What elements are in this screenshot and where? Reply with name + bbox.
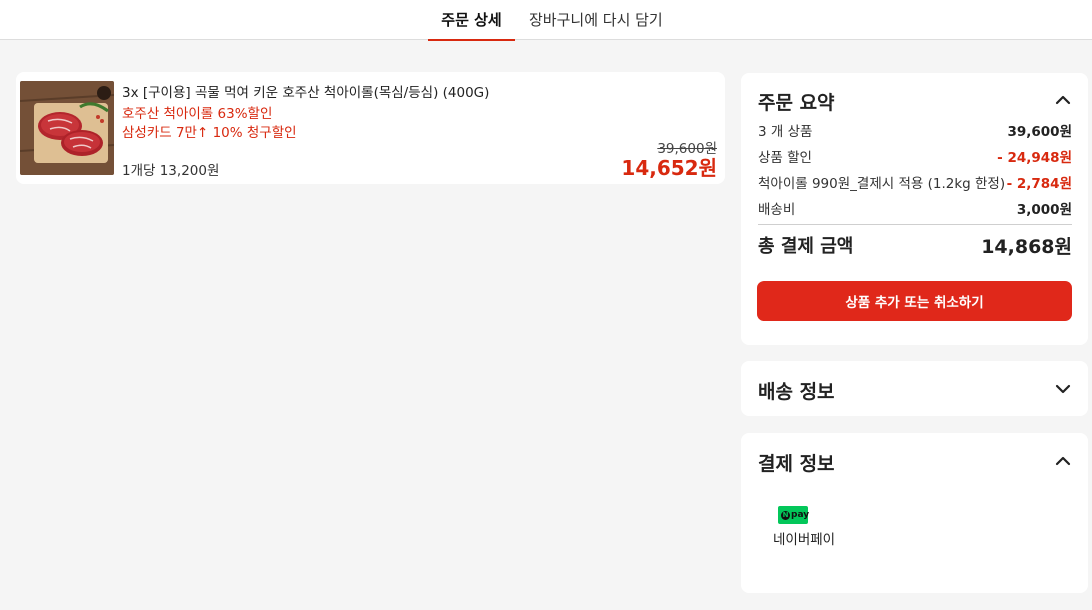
naver-pay-logo-icon: Npay (778, 506, 810, 524)
payment-method-label: 네이버페이 (773, 532, 836, 548)
summary-row-product-discount: 상품 할인 - 24,948원 (758, 146, 1072, 166)
unit-price: 1개당 13,200원 (122, 163, 220, 179)
tab-add-to-cart-again-label: 장바구니에 다시 담기 (529, 11, 663, 29)
summary-row-label: 상품 할인 (758, 150, 812, 166)
promo-card-text: 삼성카드 7만↑ 10% 청구할인 (122, 125, 297, 141)
final-price: 14,652원 (621, 156, 717, 180)
summary-row-label: 척아이롤 990원_결제시 적용 (1.2kg 한정) (758, 176, 1006, 192)
delivery-info-title: 배송 정보 (758, 381, 835, 403)
order-summary-title: 주문 요약 (758, 92, 835, 114)
beef-steak-image (20, 81, 114, 175)
active-tab-underline (428, 39, 515, 41)
order-summary-panel: 주문 요약 3 개 상품 39,600원 상품 할인 - 24,948원 척아이… (741, 73, 1088, 345)
chevron-up-icon[interactable] (1054, 91, 1072, 109)
total-value: 14,868원 (981, 236, 1072, 258)
summary-total-row: 총 결제 금액 14,868원 (758, 232, 1072, 258)
delivery-info-panel[interactable]: 배송 정보 (741, 361, 1088, 416)
payment-info-title: 결제 정보 (758, 453, 835, 475)
summary-divider (758, 224, 1072, 225)
summary-row-coupon-discount: 척아이롤 990원_결제시 적용 (1.2kg 한정) - 2,784원 (758, 172, 1072, 192)
chevron-up-icon[interactable] (1054, 452, 1072, 470)
add-or-cancel-items-button[interactable]: 상품 추가 또는 취소하기 (757, 281, 1072, 321)
summary-row-items: 3 개 상품 39,600원 (758, 120, 1072, 140)
summary-row-value: 3,000원 (1016, 202, 1072, 218)
order-item-card: 3x [구이용] 곡물 먹여 키운 호주산 척아이롤(목심/등심) (400G)… (16, 72, 725, 184)
promo-discount-text: 호주산 척아이롤 63%할인 (122, 106, 273, 122)
chevron-down-icon[interactable] (1054, 380, 1072, 398)
summary-row-label: 배송비 (758, 202, 796, 218)
summary-row-value: - 2,784원 (1006, 176, 1072, 192)
payment-info-panel: 결제 정보 Npay 네이버페이 (741, 433, 1088, 593)
product-name[interactable]: 3x [구이용] 곡물 먹여 키운 호주산 척아이롤(목심/등심) (400G) (122, 81, 489, 101)
tab-order-detail[interactable]: 주문 상세 (428, 0, 515, 41)
naver-pay-badge-text: pay (791, 510, 810, 520)
tab-order-detail-label: 주문 상세 (441, 11, 502, 29)
summary-row-value: 39,600원 (1007, 124, 1072, 140)
summary-row-shipping: 배송비 3,000원 (758, 198, 1072, 218)
total-label: 총 결제 금액 (758, 236, 854, 257)
summary-row-label: 3 개 상품 (758, 124, 813, 140)
tab-add-to-cart-again[interactable]: 장바구니에 다시 담기 (529, 0, 663, 40)
summary-row-value: - 24,948원 (997, 150, 1072, 166)
order-tabs: 주문 상세 장바구니에 다시 담기 (0, 0, 1092, 41)
naver-pay-n-mark: N (781, 511, 790, 520)
product-thumbnail[interactable] (20, 81, 114, 175)
